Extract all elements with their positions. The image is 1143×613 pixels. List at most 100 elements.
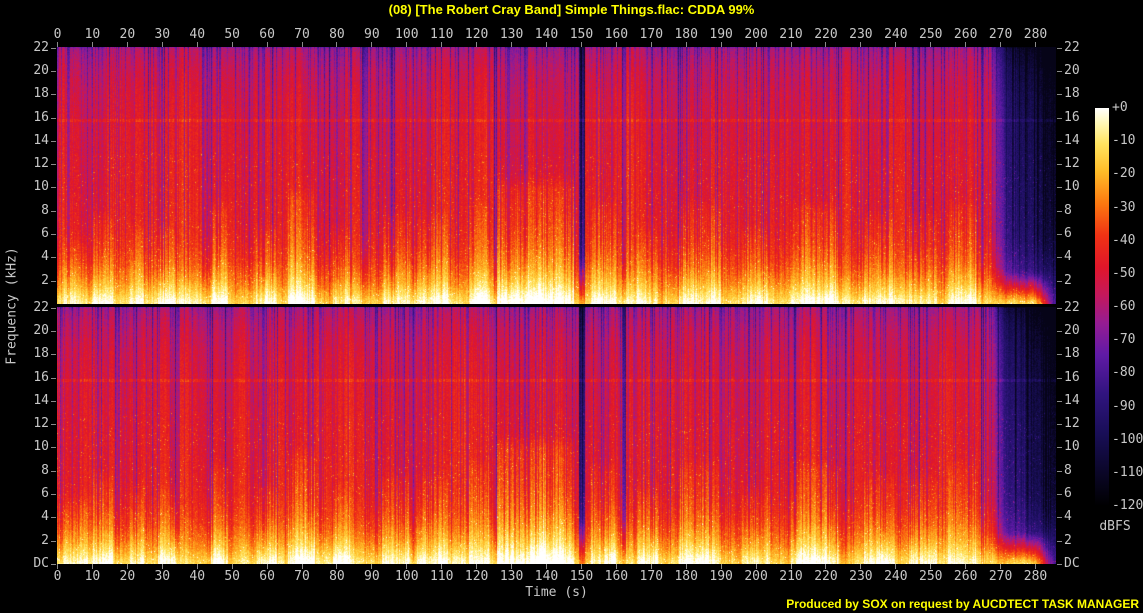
time-tick-mark [511,42,513,47]
freq-tick-label: 16 [33,110,49,125]
freq-tick-label: 22 [33,40,49,55]
freq-tick-mark [51,331,56,332]
time-tick-mark [91,42,93,47]
freq-tick-label: 10 [33,439,49,454]
freq-tick-label: 22 [33,300,49,315]
freq-tick-label: 16 [33,370,49,385]
freq-tick-mark [1057,424,1062,425]
freq-tick-mark [1057,517,1062,518]
freq-tick-label: 6 [41,226,49,241]
freq-tick-mark [1057,378,1062,379]
freq-tick-label: 14 [33,393,49,408]
colorbar-tick-label: -30 [1112,199,1136,215]
time-tick-mark [1000,42,1002,47]
freq-tick-mark [51,118,56,119]
freq-tick-mark [51,308,56,309]
freq-tick-label: 2 [41,273,49,288]
time-tick-mark [650,42,652,47]
freq-tick-mark [51,354,56,355]
freq-tick-mark [51,281,56,282]
time-tick-mark [546,42,548,47]
freq-tick-mark [51,494,56,495]
freq-tick-mark [51,564,56,565]
time-tick-mark [860,42,862,47]
colorbar-tick-label: -100 [1112,431,1143,447]
time-tick-mark [371,42,373,47]
time-tick-label: 280 [1023,27,1048,42]
freq-tick-label: 4 [41,509,49,524]
freq-tick-label: 8 [41,203,49,218]
freq-tick-mark [1057,401,1062,402]
page-title: (08) [The Robert Cray Band] Simple Thing… [388,2,755,17]
freq-tick-mark [1057,187,1062,188]
time-tick-mark [965,42,967,47]
freq-tick-label: 22 [1064,40,1080,55]
time-tick-mark [196,42,198,47]
freq-tick-mark [1057,281,1062,282]
freq-tick-label: 14 [33,133,49,148]
freq-tick-mark [51,378,56,379]
time-tick-mark [895,42,897,47]
colorbar-tick-label: -70 [1112,332,1136,348]
time-tick-mark [615,42,617,47]
time-tick-mark [825,42,827,47]
spectrogram-channel-2 [57,307,1056,564]
freq-tick-mark [1057,48,1062,49]
freq-tick-mark [1057,71,1062,72]
time-tick-mark [755,42,757,47]
time-tick-mark [930,42,932,47]
freq-tick-mark [51,48,56,49]
colorbar-tick-label: -120 [1112,498,1143,513]
freq-tick-label: 18 [1064,86,1080,101]
colorbar-tick-label: -20 [1112,166,1136,182]
spectrogram-viewer: (08) [The Robert Cray Band] Simple Thing… [0,0,1143,613]
freq-tick-mark [51,517,56,518]
colorbar-unit-label: dBFS [1099,519,1131,534]
freq-tick-label: 20 [33,63,49,78]
freq-tick-mark [51,234,56,235]
freq-tick-mark [51,94,56,95]
freq-tick-label: 12 [33,156,49,171]
freq-tick-mark [51,424,56,425]
time-tick-mark [1035,42,1037,47]
colorbar-tick-label: -10 [1112,133,1136,149]
freq-tick-label: 8 [41,463,49,478]
time-tick-mark [406,42,408,47]
freq-tick-mark [51,541,56,542]
colorbar-tick-label: -40 [1112,232,1136,248]
freq-tick-mark [51,211,56,212]
colorbar-tick-label: -50 [1112,265,1136,281]
freq-tick-mark [1057,564,1062,565]
colorbar-tick-label: -110 [1112,464,1143,480]
freq-tick-mark [1057,331,1062,332]
freq-tick-mark [1057,471,1062,472]
freq-tick-label: 18 [33,86,49,101]
freq-tick-label: 10 [33,179,49,194]
freq-tick-mark [51,471,56,472]
freq-tick-mark [1057,257,1062,258]
credit-text: Produced by SOX on request by AUCDTECT T… [786,597,1139,611]
time-tick-mark [685,42,687,47]
freq-tick-label: 12 [33,416,49,431]
freq-tick-mark [51,187,56,188]
freq-tick-label: DC [33,556,49,571]
spectrogram-channel-1 [57,47,1056,304]
freq-tick-label: 18 [33,346,49,361]
freq-tick-label: 6 [41,486,49,501]
time-tick-mark [161,42,163,47]
freq-tick-mark [1057,541,1062,542]
freq-tick-mark [1057,354,1062,355]
time-tick-mark [336,42,338,47]
freq-tick-mark [51,71,56,72]
time-tick-mark [720,42,722,47]
time-tick-mark [476,42,478,47]
freq-tick-mark [1057,141,1062,142]
time-tick-mark [266,42,268,47]
freq-tick-label: DC [1064,556,1080,571]
freq-tick-mark [1057,94,1062,95]
time-tick-mark [231,42,233,47]
colorbar-tick-label: +0 [1112,100,1128,115]
freq-tick-mark [1057,234,1062,235]
time-tick-mark [126,42,128,47]
freq-tick-mark [51,141,56,142]
